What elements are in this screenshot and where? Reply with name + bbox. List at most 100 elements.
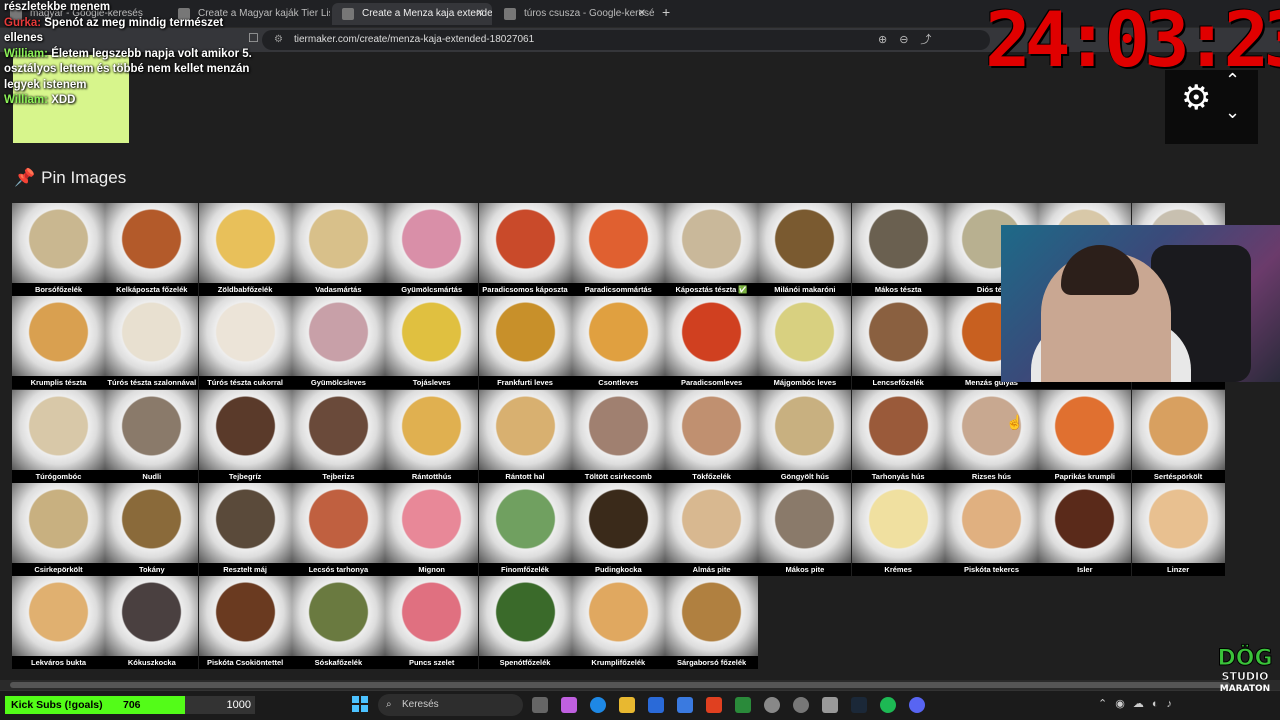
obs-icon[interactable]: [764, 697, 780, 713]
food-tile[interactable]: Paprikás krumpli: [1038, 389, 1132, 483]
food-label: Krémes: [884, 564, 912, 574]
dog-studio-logo: DÖG STUDIO MARATON: [1217, 646, 1273, 694]
task-view-icon[interactable]: [532, 697, 548, 713]
food-tile[interactable]: Sóskafőzelék: [291, 576, 385, 670]
food-tile[interactable]: Krumplifőzelék: [571, 576, 665, 670]
food-label: Nudli: [142, 471, 162, 481]
horizontal-scrollbar[interactable]: [0, 680, 1280, 690]
food-tile[interactable]: Túrós tészta cukorral: [198, 296, 292, 390]
food-tile[interactable]: Piskóta Csokiöntettel: [198, 576, 292, 670]
food-tile[interactable]: Zöldbabfőzelék: [198, 203, 292, 296]
chevron-down-icon[interactable]: ⌄: [1225, 102, 1240, 123]
close-icon[interactable]: ✕: [638, 3, 646, 25]
taskbar-search[interactable]: ⌕ Keresés: [378, 694, 523, 716]
food-tile[interactable]: Frankfurti leves: [478, 296, 572, 390]
file-explorer-icon[interactable]: [619, 697, 635, 713]
food-tile[interactable]: Töltött csirkecomb: [571, 389, 665, 483]
food-tile[interactable]: Sertéspörkölt: [1131, 389, 1225, 483]
app-icon[interactable]: [735, 697, 751, 713]
tab-tiermaker-menza[interactable]: Create a Menza kaja extended T✕: [332, 3, 492, 25]
tab-turos-csusza[interactable]: túros csusza - Google-keresés ✕: [494, 3, 654, 25]
windows-start-icon[interactable]: [352, 696, 368, 712]
food-tile[interactable]: Pudingkocka: [571, 482, 665, 576]
food-tile[interactable]: Puncs szelet: [385, 576, 479, 670]
new-tab-icon[interactable]: +: [662, 4, 670, 20]
discord-icon[interactable]: [909, 697, 925, 713]
food-tile[interactable]: Isler: [1038, 482, 1132, 576]
food-tile[interactable]: Tojásleves: [385, 296, 479, 390]
food-tile[interactable]: Spenótfőzelék: [478, 576, 572, 670]
store-icon[interactable]: [648, 697, 664, 713]
food-label: Piskóta tekercs: [963, 564, 1020, 574]
food-tile[interactable]: Csirkepörkölt: [12, 482, 105, 576]
food-image: [385, 482, 479, 563]
food-tile[interactable]: Göngyölt hús: [758, 389, 852, 483]
mail-icon[interactable]: [677, 697, 693, 713]
food-tile[interactable]: Resztelt máj: [198, 482, 292, 576]
food-tile[interactable]: Linzer: [1131, 482, 1225, 576]
food-label: Rántott hal: [505, 471, 545, 481]
food-image: [571, 296, 665, 377]
scrollbar-thumb[interactable]: [10, 682, 1230, 688]
site-info-icon[interactable]: ⚙: [274, 30, 283, 50]
food-tile[interactable]: Borsófőzelék: [12, 203, 105, 296]
steam-icon[interactable]: [851, 697, 867, 713]
food-image: [665, 296, 759, 377]
food-image: [758, 203, 852, 283]
spotify-icon[interactable]: [880, 697, 896, 713]
gear-icon[interactable]: ⚙: [1181, 78, 1211, 118]
food-tile[interactable]: Tökfőzelék: [665, 389, 759, 483]
food-tile[interactable]: Túrós tészta szalonnával: [105, 296, 199, 390]
food-tile[interactable]: Tejbegríz: [198, 389, 292, 483]
food-image: [945, 482, 1038, 563]
food-tile[interactable]: Tokány: [105, 482, 199, 576]
copilot-icon[interactable]: [561, 697, 577, 713]
food-tile[interactable]: Almás pite: [665, 482, 759, 576]
food-image: [665, 482, 759, 563]
food-tile[interactable]: Mákos pite: [758, 482, 852, 576]
chevron-up-icon[interactable]: ⌃: [1225, 70, 1240, 91]
food-tile[interactable]: Lecsós tarhonya: [291, 482, 385, 576]
food-tile[interactable]: Rántott hal: [478, 389, 572, 483]
streamer-webcam: [1001, 225, 1280, 382]
food-tile[interactable]: Tejberizs: [291, 389, 385, 483]
food-image: [12, 296, 105, 377]
food-tile[interactable]: Vadasmártás: [291, 203, 385, 296]
food-label: Májgombóc leves: [773, 378, 837, 388]
food-tile[interactable]: Nudli: [105, 389, 199, 483]
food-tile[interactable]: Krémes: [851, 482, 945, 576]
food-tile[interactable]: Paradicsomleves: [665, 296, 759, 390]
food-label: Sóskafőzelék: [314, 658, 363, 668]
food-tile[interactable]: Lekváros bukta: [12, 576, 105, 670]
food-tile[interactable]: Paradicsomos káposzta: [478, 203, 572, 296]
food-tile[interactable]: Gyümölcsleves: [291, 296, 385, 390]
food-tile[interactable]: Tarhonyás hús: [851, 389, 945, 483]
app-icon[interactable]: [793, 697, 809, 713]
food-tile[interactable]: Mákos tészta: [851, 203, 945, 296]
address-bar-actions[interactable]: ⊕⊖⤴: [878, 31, 943, 47]
food-tile[interactable]: Lencsefőzelék: [851, 296, 945, 390]
food-tile[interactable]: Piskóta tekercs: [945, 482, 1038, 576]
close-icon[interactable]: ✕: [476, 3, 484, 25]
food-tile[interactable]: Sárgaborsó főzelék: [665, 576, 759, 670]
food-tile[interactable]: Rizses hús: [945, 389, 1038, 483]
food-tile[interactable]: Csontleves: [571, 296, 665, 390]
food-tile[interactable]: Gyümölcsmártás: [385, 203, 479, 296]
food-tile[interactable]: Milánói makaróni: [758, 203, 852, 296]
food-tile[interactable]: Káposztás tészta ✅: [665, 203, 759, 296]
food-tile[interactable]: Rántotthús: [385, 389, 479, 483]
system-tray[interactable]: ⌃◉☁◐♪: [1098, 697, 1180, 710]
settings-icon[interactable]: [822, 697, 838, 713]
food-tile[interactable]: Finomfőzelék: [478, 482, 572, 576]
edge-icon[interactable]: [590, 697, 606, 713]
food-tile[interactable]: Krumplis tészta: [12, 296, 105, 390]
food-tile[interactable]: Kelkáposzta főzelék: [105, 203, 199, 296]
food-tile[interactable]: Mignon: [385, 482, 479, 576]
food-tile[interactable]: Paradicsommártás: [571, 203, 665, 296]
food-image: [851, 482, 945, 563]
brave-icon[interactable]: [706, 697, 722, 713]
food-tile[interactable]: Kókuszkocka: [105, 576, 199, 670]
food-tile[interactable]: Májgombóc leves: [758, 296, 852, 390]
food-tile[interactable]: Túrógombóc: [12, 389, 105, 483]
food-image: [1038, 389, 1132, 470]
